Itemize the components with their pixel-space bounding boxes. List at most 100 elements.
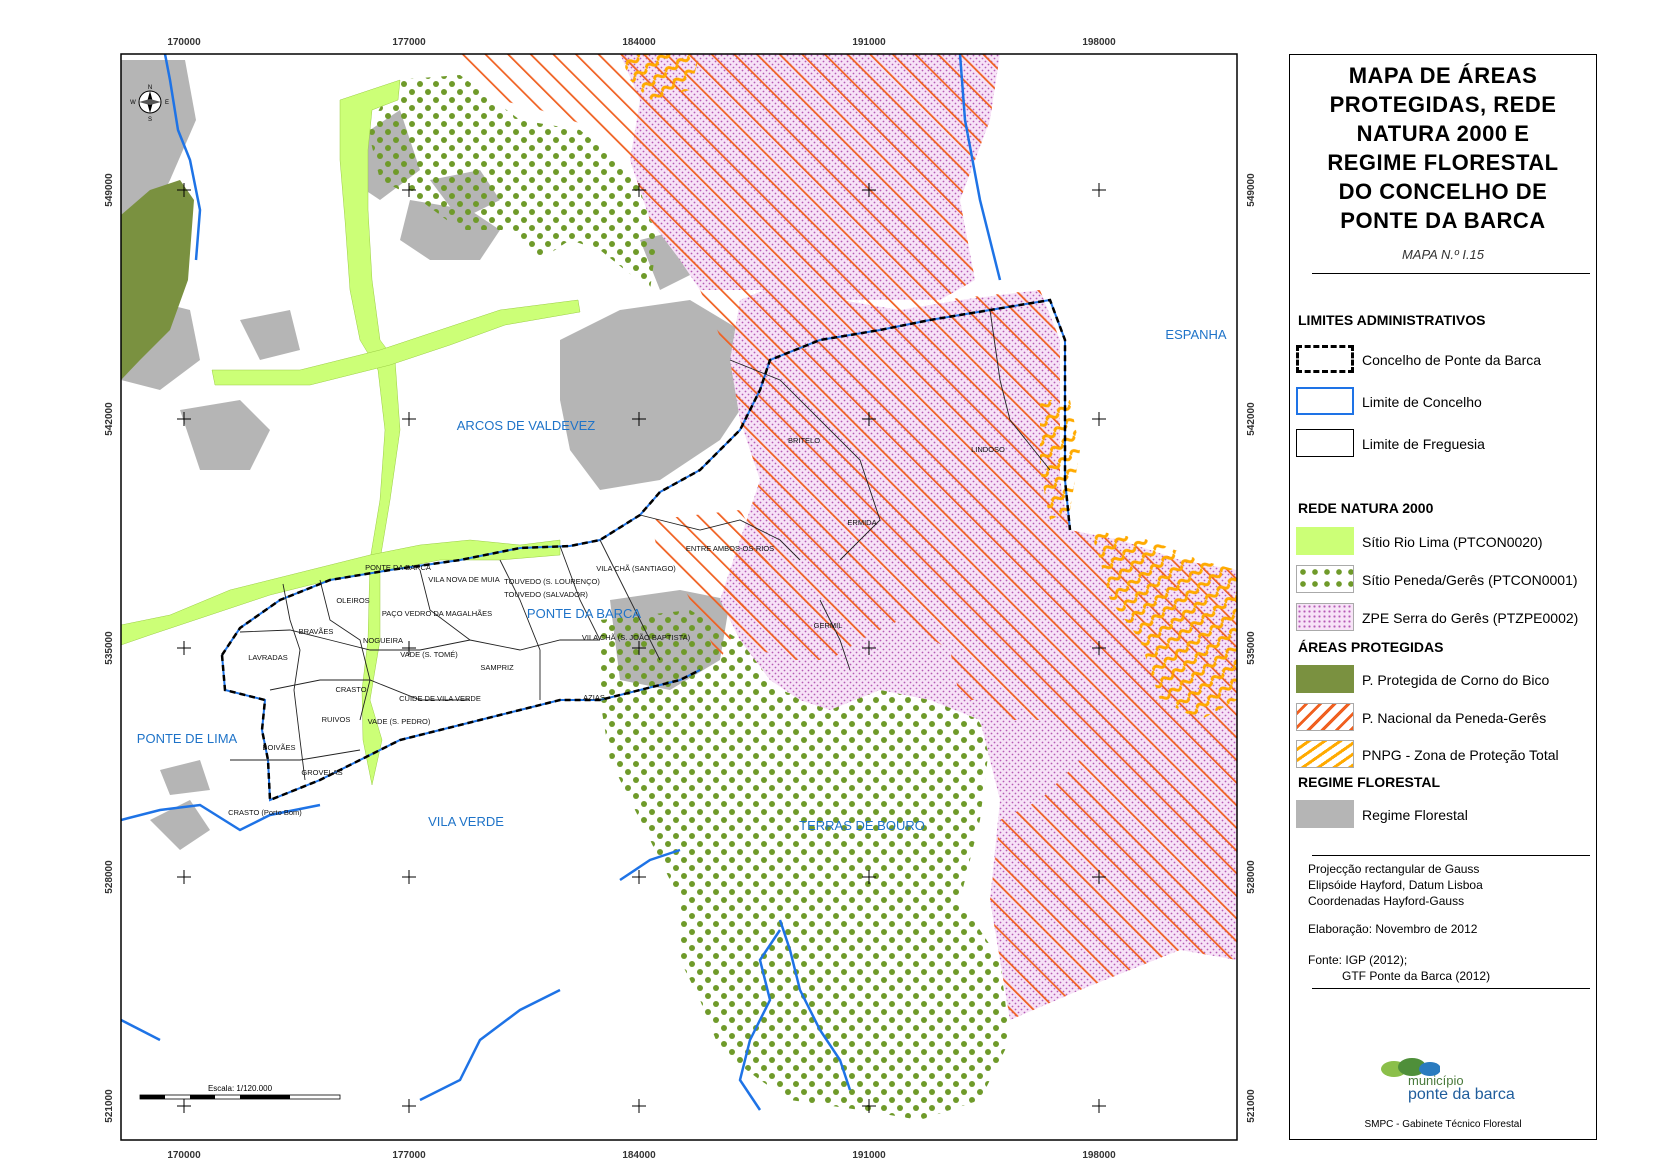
freg-label: VILA CHÃ (S. JOÃO BAPTISTA) (582, 633, 691, 642)
freg-label: GERMIL (814, 621, 843, 630)
label-corno-bico: P. Protegida de Corno do Bico (1362, 672, 1550, 688)
grid-x-label: 177000 (392, 37, 426, 48)
freg-label: BRITELO (788, 436, 820, 445)
freg-label: VADE (S. PEDRO) (368, 717, 431, 726)
scale-label: Escala: 1/120.000 (208, 1084, 273, 1093)
swatch-pnpg (1296, 703, 1354, 731)
divider (1312, 988, 1590, 989)
freg-label: PONTE DA BARCA (365, 563, 431, 572)
grid-y-label: 542000 (104, 402, 115, 436)
grid-y-label: 528000 (1246, 860, 1257, 894)
title-line: MAPA DE ÁREAS (1348, 63, 1538, 88)
north-label-e: E (165, 100, 169, 106)
swatch-limite-freguesia (1296, 429, 1354, 457)
north-label-n: N (148, 85, 152, 91)
proj-line: Coordenadas Hayford-Gauss (1308, 894, 1465, 908)
freg-label: BRAVÃES (299, 627, 334, 636)
swatch-pnpg-zona (1296, 740, 1354, 768)
grid-y-label: 542000 (1246, 402, 1257, 436)
projection-info: Projecção rectangular de Gauss Elipsóide… (1308, 861, 1483, 909)
freg-label: GROVELAS (301, 768, 342, 777)
proj-line: Elipsóide Hayford, Datum Lisboa (1308, 878, 1483, 892)
swatch-limite-concelho (1296, 387, 1354, 415)
freg-label: CRASTO (335, 685, 366, 694)
map-number: MAPA N.º I.15 (1401, 247, 1485, 262)
grid-labels-right: 549000 542000 535000 528000 521000 (1246, 173, 1257, 1123)
label-vila-verde: VILA VERDE (428, 814, 504, 829)
title-line: NATURA 2000 E (1356, 121, 1530, 146)
divider (1312, 273, 1590, 274)
freg-label: CUIDE DE VILA VERDE (399, 694, 481, 703)
swatch-regime (1296, 800, 1354, 828)
municipio-logo: município ponte da barca (1380, 1055, 1540, 1105)
freg-label: VILA CHÃ (SANTIAGO) (596, 564, 676, 573)
section-rede-natura: REDE NATURA 2000 (1298, 500, 1434, 516)
freg-label: SAMPRIZ (480, 663, 514, 672)
label-limite-concelho: Limite de Concelho (1362, 394, 1482, 410)
elaboracao-date: Elaboração: Novembro de 2012 (1308, 922, 1478, 936)
freg-label: ENTRE AMBOS-OS-RIOS (686, 544, 774, 553)
title-line: REGIME FLORESTAL (1327, 150, 1559, 175)
north-label-w: W (130, 100, 136, 106)
label-pnpg: P. Nacional da Peneda-Gerês (1362, 710, 1547, 726)
divider (1312, 855, 1590, 856)
swatch-sitio-rio-lima (1296, 527, 1354, 555)
swatch-sitio-peneda (1296, 565, 1354, 593)
section-regime-florestal: REGIME FLORESTAL (1298, 774, 1441, 790)
label-limite-freguesia: Limite de Freguesia (1362, 436, 1485, 452)
footer-gtf: SMPC - Gabinete Técnico Florestal (1364, 1119, 1522, 1130)
freg-label: TOUVEDO (SALVADOR) (504, 590, 588, 599)
label-ponte-da-barca: PONTE DA BARCA (527, 606, 641, 621)
grid-y-label: 549000 (1246, 173, 1257, 207)
fonte-line-2: GTF Ponte da Barca (2012) (1342, 969, 1491, 983)
grid-x-label: 191000 (852, 37, 886, 48)
label-zpe: ZPE Serra do Gerês (PTZPE0002) (1362, 610, 1579, 626)
label-sitio-rio-lima: Sítio Rio Lima (PTCON0020) (1362, 534, 1543, 550)
label-pnpg-zona: PNPG - Zona de Proteção Total (1362, 747, 1559, 763)
section-limites: LIMITES ADMINISTRATIVOS (1298, 312, 1486, 328)
grid-x-label: 191000 (852, 1150, 886, 1161)
grid-labels-top: 170000 177000 184000 191000 198000 (167, 37, 1116, 48)
freg-label: CRASTO (Porto Bom) (228, 808, 302, 817)
proj-line: Projecção rectangular de Gauss (1308, 862, 1480, 876)
label-regime: Regime Florestal (1362, 807, 1468, 823)
freg-label: TOUVEDO (S. LOURENÇO) (504, 577, 600, 586)
grid-x-label: 184000 (622, 37, 656, 48)
freg-label: LINDOSO (971, 445, 1005, 454)
title-line: DO CONCELHO DE (1338, 179, 1548, 204)
grid-x-label: 184000 (622, 1150, 656, 1161)
title-line: PROTEGIDAS, REDE (1329, 92, 1557, 117)
freg-label: ERMIDA (847, 518, 876, 527)
map-title: MAPA DE ÁREAS PROTEGIDAS, REDE NATURA 20… (1300, 61, 1586, 235)
freg-label: VADE (S. TOMÉ) (400, 650, 458, 659)
label-terras-de-bouro: TERRAS DE BOURO (799, 818, 925, 833)
label-concelho-pb: Concelho de Ponte da Barca (1362, 352, 1542, 368)
logo-text-ponte-barca: ponte da barca (1408, 1086, 1515, 1103)
grid-x-label: 170000 (167, 37, 201, 48)
grid-y-label: 535000 (1246, 631, 1257, 665)
scale-bar: Escala: 1/120.000 (139, 1084, 341, 1100)
grid-y-label: 535000 (104, 631, 115, 665)
grid-x-label: 198000 (1082, 1150, 1116, 1161)
label-espanha: ESPANHA (1165, 327, 1226, 342)
grid-labels-left: 549000 542000 535000 528000 521000 (104, 173, 115, 1123)
grid-x-label: 198000 (1082, 37, 1116, 48)
grid-x-label: 177000 (392, 1150, 426, 1161)
grid-y-label: 549000 (104, 173, 115, 207)
freg-label: BOIVÃES (263, 743, 296, 752)
swatch-corno-bico (1296, 665, 1354, 693)
label-sitio-peneda: Sítio Peneda/Gerês (PTCON0001) (1362, 572, 1578, 588)
section-areas-protegidas: ÁREAS PROTEGIDAS (1298, 639, 1444, 655)
freg-label: PAÇO VEDRO DA MAGALHÃES (382, 609, 492, 618)
grid-y-label: 521000 (104, 1089, 115, 1123)
grid-labels-bottom: 170000 177000 184000 191000 198000 (167, 1150, 1116, 1161)
north-label-s: S (148, 117, 152, 123)
legend-panel: MAPA DE ÁREAS PROTEGIDAS, REDE NATURA 20… (1289, 54, 1597, 1140)
grid-y-label: 521000 (1246, 1089, 1257, 1123)
swatch-concelho-pb (1296, 345, 1354, 373)
label-ponte-de-lima: PONTE DE LIMA (137, 731, 238, 746)
grid-x-label: 170000 (167, 1150, 201, 1161)
freg-label: AZIAS (583, 693, 605, 702)
grid-y-label: 528000 (104, 860, 115, 894)
swatch-zpe (1296, 603, 1354, 631)
